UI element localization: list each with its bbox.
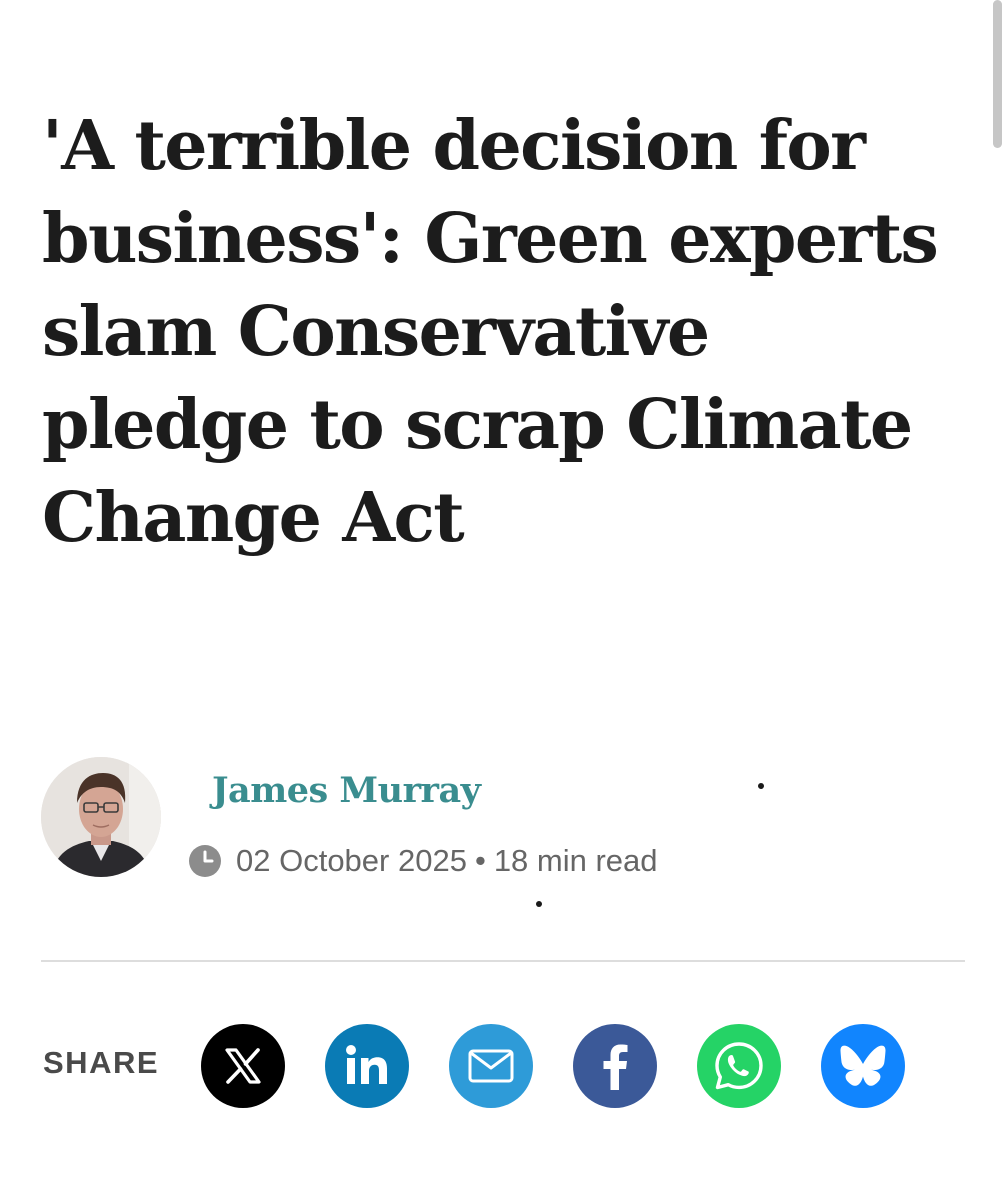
author-name-link[interactable]: James Murray	[212, 770, 481, 811]
x-logo-icon	[225, 1048, 261, 1084]
share-email-button[interactable]	[449, 1024, 533, 1108]
share-facebook-button[interactable]	[573, 1024, 657, 1108]
linkedin-icon	[346, 1045, 387, 1084]
read-time: 18 min read	[493, 843, 658, 878]
article-page: 'A terrible decision for business': Gree…	[0, 0, 1006, 1200]
envelope-icon	[468, 1049, 514, 1083]
article-meta: 02 October 2025 • 18 min read	[188, 843, 658, 879]
article-headline: 'A terrible decision for business': Gree…	[42, 106, 939, 558]
divider	[41, 960, 965, 962]
meta-separator: •	[474, 843, 486, 878]
butterfly-icon	[840, 1045, 886, 1086]
facebook-icon	[603, 1044, 628, 1090]
clock-icon	[188, 844, 222, 878]
share-label: SHARE	[43, 1045, 160, 1080]
stray-dot	[758, 783, 764, 789]
share-linkedin-button[interactable]	[325, 1024, 409, 1108]
author-photo	[41, 757, 161, 877]
scrollbar-thumb[interactable]	[993, 0, 1002, 148]
share-x-button[interactable]	[201, 1024, 285, 1108]
share-bluesky-button[interactable]	[821, 1024, 905, 1108]
author-avatar[interactable]	[41, 757, 161, 877]
stray-dot	[536, 901, 542, 907]
share-whatsapp-button[interactable]	[697, 1024, 781, 1108]
publish-date: 02 October 2025	[236, 843, 467, 878]
whatsapp-icon	[715, 1042, 763, 1090]
